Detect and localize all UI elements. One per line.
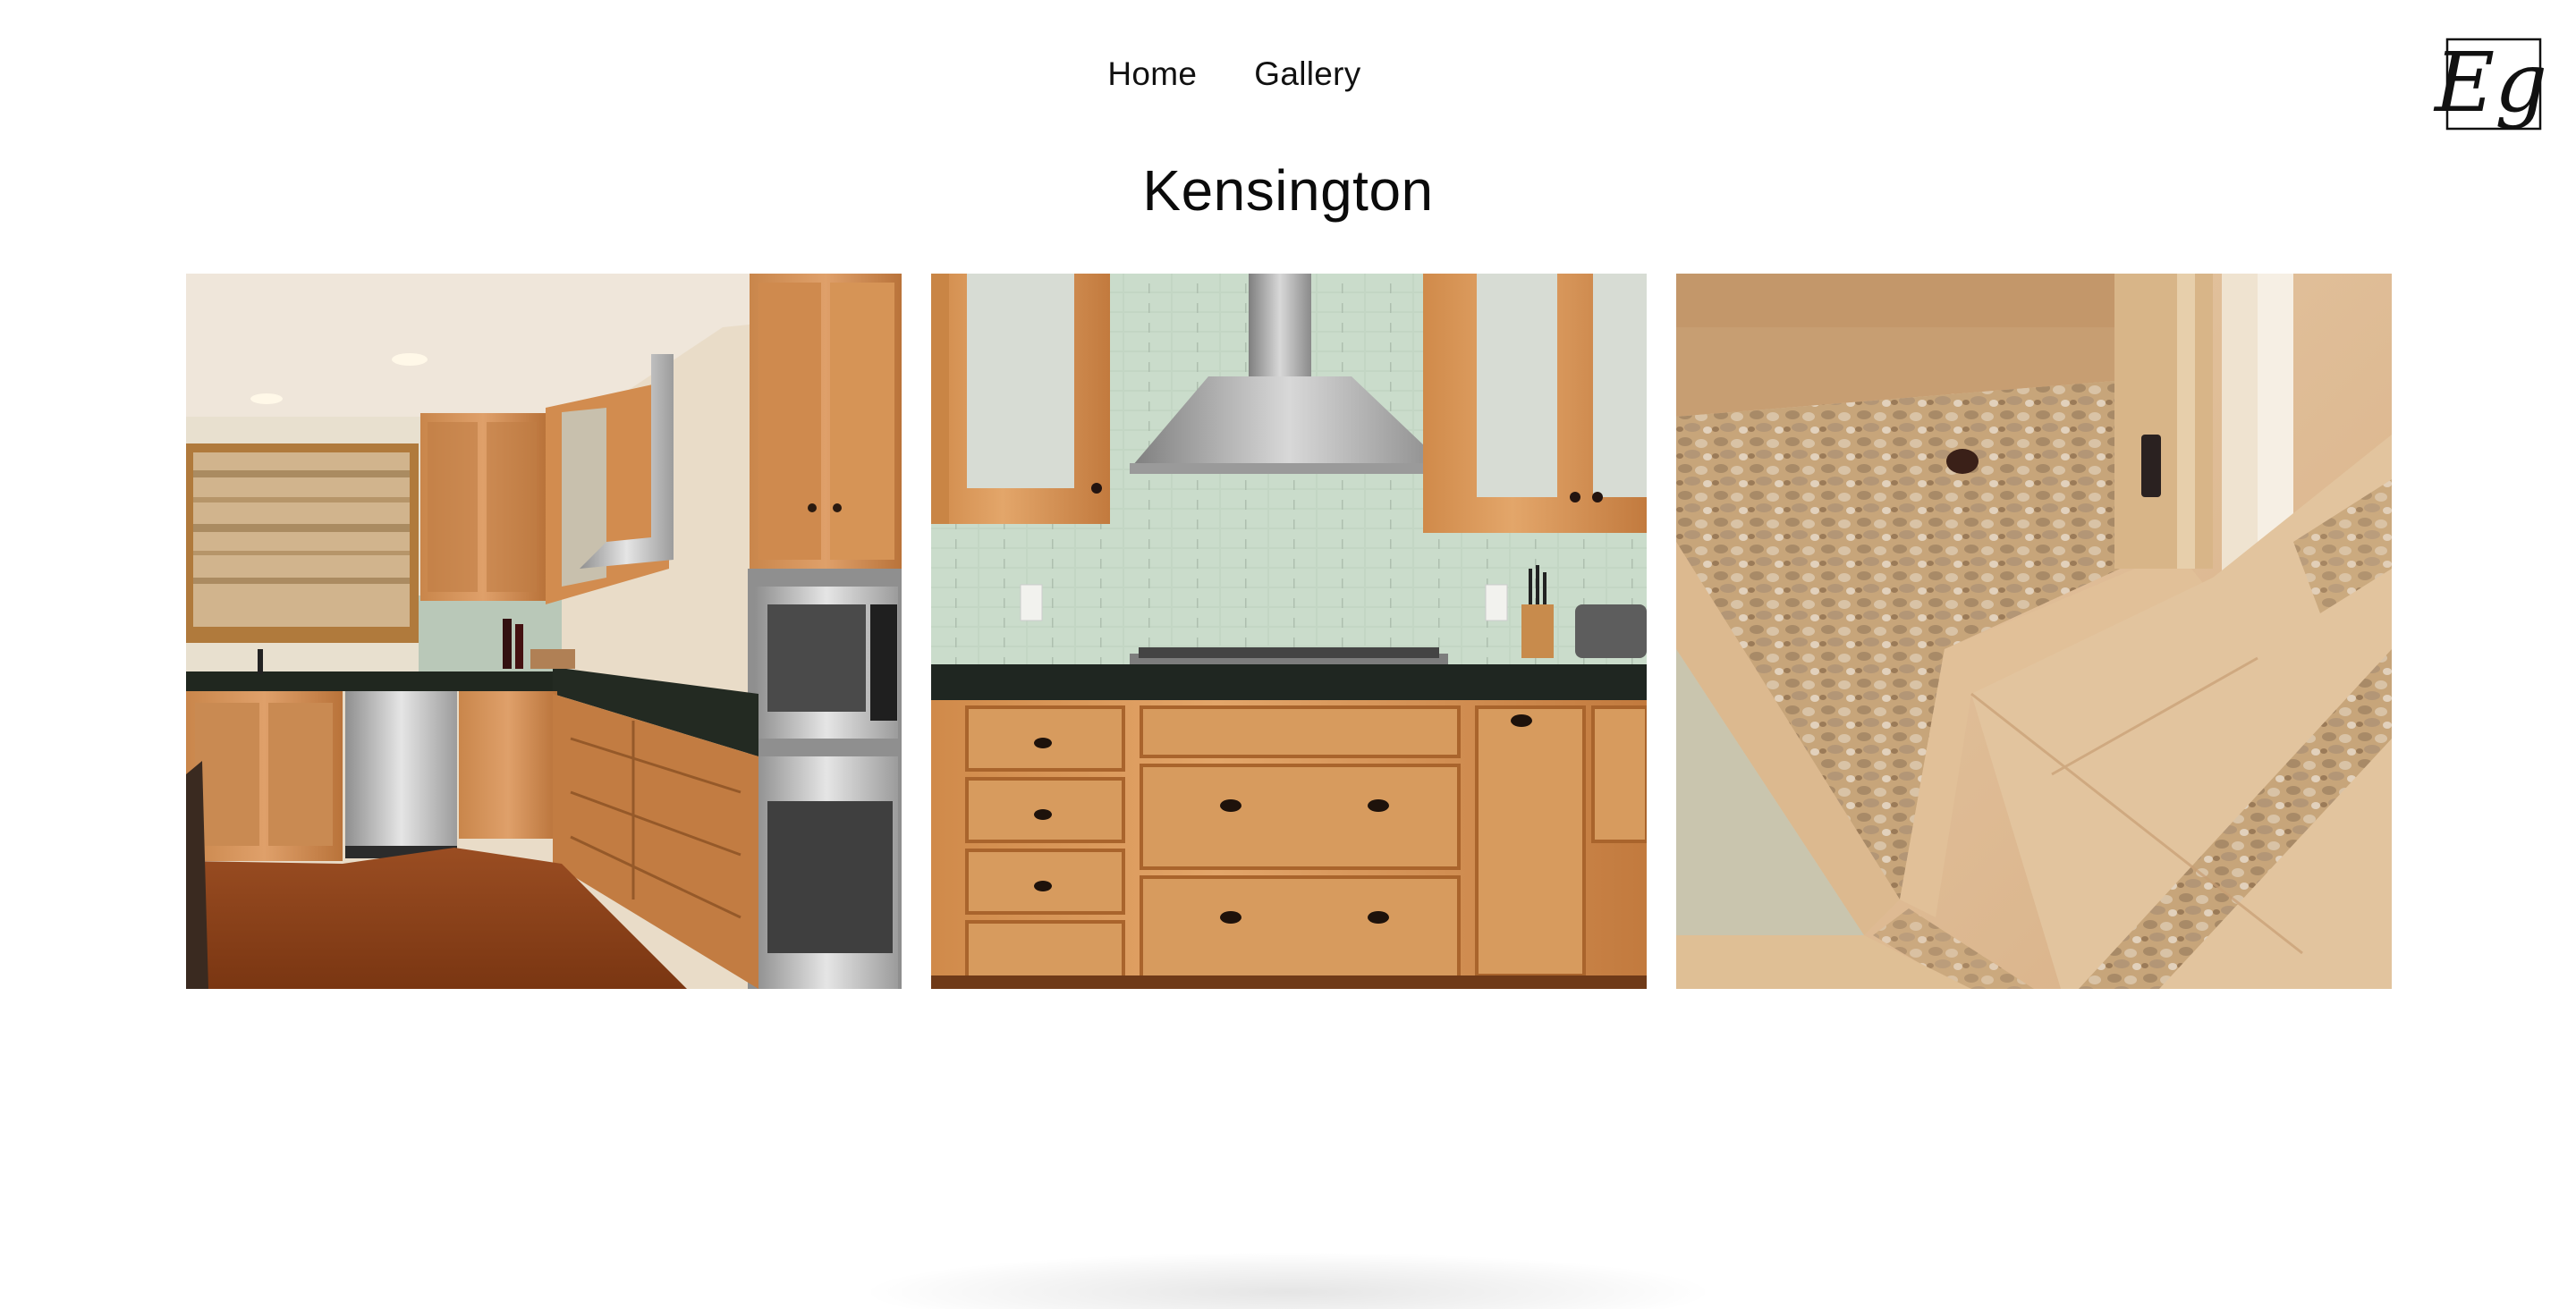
gallery-image-kitchen-corner[interactable] xyxy=(186,274,902,989)
gallery-image-pebble-shower[interactable] xyxy=(1676,274,2392,989)
top-nav: Home Gallery xyxy=(0,55,2576,93)
pebble-shower-photo xyxy=(1676,274,2392,989)
gallery-image-kitchen-range-hood[interactable] xyxy=(931,274,1647,989)
logo-mark: Eg xyxy=(2433,35,2547,131)
page-title: Kensington xyxy=(1142,158,1434,223)
kitchen-corner-photo xyxy=(186,274,902,989)
page: Home Gallery Eg Kensington xyxy=(0,0,2576,1309)
logo-text: Eg xyxy=(2433,35,2544,131)
kitchen-range-hood-photo xyxy=(931,274,1647,989)
logo[interactable]: Eg xyxy=(2433,34,2547,134)
nav-home-link[interactable]: Home xyxy=(1107,55,1197,93)
nav-gallery-link[interactable]: Gallery xyxy=(1254,55,1360,93)
bottom-shadow xyxy=(859,1252,1717,1309)
photo-gallery xyxy=(186,274,2392,989)
